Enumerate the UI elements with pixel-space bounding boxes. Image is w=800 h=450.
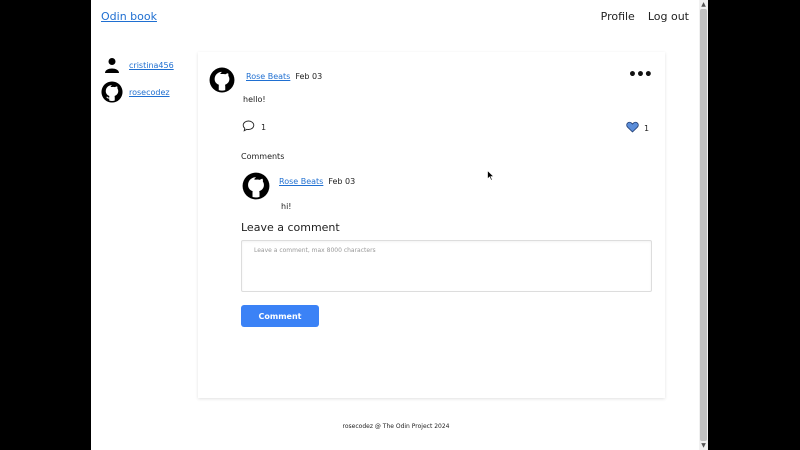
- scroll-up-arrow-icon[interactable]: ▲: [699, 0, 708, 9]
- post-text: hello!: [243, 95, 266, 104]
- top-nav: Profile Log out: [601, 10, 689, 23]
- scrollbar-thumb[interactable]: [700, 9, 707, 441]
- post-meta: Rose Beats Feb 03: [246, 72, 322, 81]
- comment-submit-button[interactable]: Comment: [241, 305, 319, 327]
- comment-date: Feb 03: [328, 177, 356, 186]
- comment-bubble-icon: [242, 120, 255, 134]
- scroll-down-arrow-icon[interactable]: ▼: [699, 441, 708, 450]
- sidebar-user-item[interactable]: cristina456: [101, 54, 174, 76]
- comment-text: hi!: [281, 202, 292, 211]
- footer-text: rosecodez @ The Odin Project 2024: [342, 423, 450, 430]
- sidebar-user-item[interactable]: rosecodez: [101, 81, 170, 103]
- like-count-value: 1: [644, 123, 650, 133]
- sidebar-username-link[interactable]: rosecodez: [129, 88, 170, 97]
- logout-link[interactable]: Log out: [648, 10, 689, 23]
- comment-textarea[interactable]: [241, 240, 652, 292]
- sidebar-username-link[interactable]: cristina456: [129, 61, 174, 70]
- more-options-button[interactable]: •••: [628, 68, 653, 82]
- comment-meta: Rose Beats Feb 03: [279, 177, 355, 186]
- github-icon: [242, 172, 270, 204]
- post-date: Feb 03: [295, 72, 323, 81]
- brand-link[interactable]: Odin book: [101, 10, 157, 23]
- user-silhouette-icon: [101, 54, 123, 76]
- heart-icon[interactable]: [626, 121, 639, 135]
- mouse-pointer-icon: [487, 166, 495, 185]
- github-icon: [101, 81, 123, 103]
- comment-author-link[interactable]: Rose Beats: [279, 177, 323, 186]
- vertical-scrollbar[interactable]: ▲ ▼: [699, 0, 708, 450]
- like-control[interactable]: 1: [626, 121, 649, 135]
- page-viewport: Odin book Profile Log out cristina456 ro…: [91, 0, 708, 450]
- github-icon: [209, 67, 235, 97]
- comments-heading: Comments: [241, 152, 285, 161]
- profile-link[interactable]: Profile: [601, 10, 635, 23]
- comment-count[interactable]: 1: [242, 120, 266, 134]
- post-author-link[interactable]: Rose Beats: [246, 72, 290, 81]
- comment-count-value: 1: [261, 122, 267, 132]
- leave-comment-heading: Leave a comment: [241, 221, 340, 234]
- post-card: Rose Beats Feb 03 ••• hello! 1 1 Comment…: [198, 52, 665, 398]
